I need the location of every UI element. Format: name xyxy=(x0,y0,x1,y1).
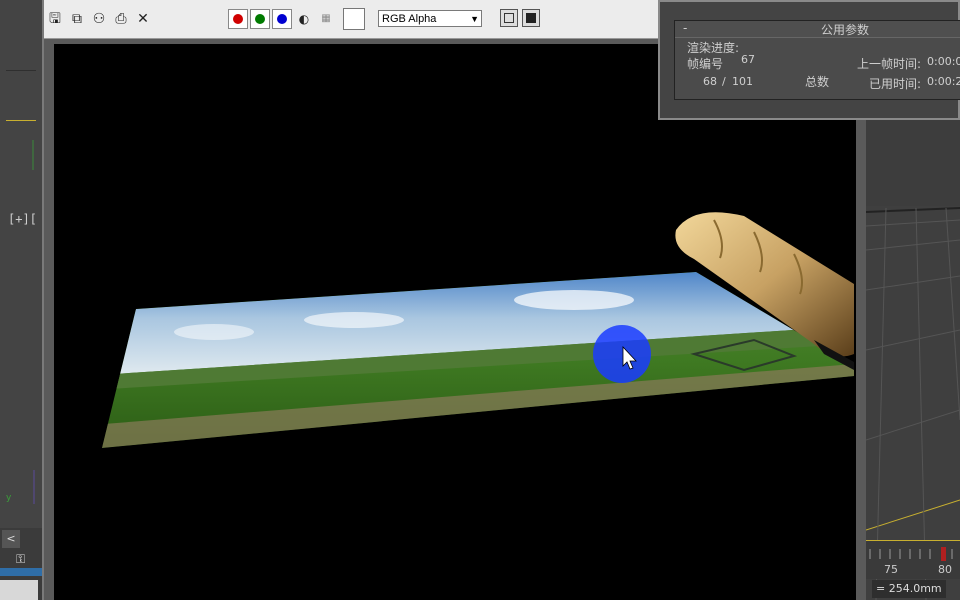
progress-label: 渲染进度: xyxy=(687,41,740,55)
frame-value: 67 xyxy=(741,53,755,66)
axis-gizmo-icon xyxy=(32,140,34,170)
rendered-image xyxy=(102,212,854,448)
scroll-left-icon[interactable]: < xyxy=(2,530,20,548)
viewport-guide-line xyxy=(6,120,36,121)
input-field[interactable] xyxy=(0,580,38,600)
display-toggle-button[interactable] xyxy=(500,9,518,27)
frames-separator: / xyxy=(722,75,726,88)
render-progress-window: - 公用参数 渲染进度: 帧编号 67 上一帧时间: 0:00:0 68 / 1… xyxy=(658,0,960,120)
channel-select-value: RGB Alpha xyxy=(382,13,437,25)
last-frame-label: 上一帧时间: xyxy=(857,57,922,71)
multi-icon[interactable]: ⚇ xyxy=(90,10,108,28)
selection-bar xyxy=(0,568,42,576)
blue-channel-button[interactable] xyxy=(272,9,292,29)
clone-icon[interactable]: ⧉ xyxy=(68,10,86,28)
elapsed-value: 0:00:2 xyxy=(927,75,960,88)
left-command-area: < ⚿ xyxy=(0,528,42,600)
rollout-title: 公用参数 xyxy=(821,23,870,37)
total-label: 总数 xyxy=(805,75,830,89)
perspective-grid xyxy=(866,206,960,600)
key-icon[interactable]: ⚿ xyxy=(16,552,34,568)
red-channel-button[interactable] xyxy=(228,9,248,29)
right-viewport[interactable] xyxy=(866,120,960,600)
cursor-highlight xyxy=(593,325,651,383)
frames-current: 68 xyxy=(703,75,717,88)
viewport-label[interactable]: [+][ xyxy=(8,212,37,226)
clear-icon[interactable]: ✕ xyxy=(134,10,152,28)
timeline-tick-label: 75 xyxy=(884,563,898,576)
green-channel-button[interactable] xyxy=(250,9,270,29)
region-toggle-button[interactable] xyxy=(522,9,540,27)
print-icon[interactable]: ⎙ xyxy=(112,10,130,28)
frame-label: 帧编号 xyxy=(687,57,724,71)
landscape-sheet xyxy=(102,272,854,448)
elapsed-label: 已用时间: xyxy=(869,77,922,91)
render-canvas[interactable] xyxy=(54,44,856,600)
frames-total: 101 xyxy=(732,75,753,88)
chevron-down-icon: ▼ xyxy=(470,14,479,24)
channel-select[interactable]: RGB Alpha ▼ xyxy=(378,10,482,27)
color-swatch[interactable] xyxy=(343,8,365,30)
grid-spacing-field[interactable]: = 254.0mm xyxy=(872,580,946,598)
mono-icon[interactable]: ▦ xyxy=(317,10,335,28)
common-params-rollout: - 公用参数 渲染进度: 帧编号 67 上一帧时间: 0:00:0 68 / 1… xyxy=(674,20,960,100)
timeline-tick-label: 80 xyxy=(938,563,952,576)
timeline-ruler[interactable]: 75 80 xyxy=(866,540,960,579)
svg-text:y: y xyxy=(6,493,12,503)
left-viewport-strip: y xyxy=(0,0,43,600)
viewport-separator xyxy=(6,70,36,71)
save-icon[interactable]: 🖫 xyxy=(46,10,64,28)
rollout-header[interactable]: - 公用参数 xyxy=(675,21,960,38)
axis-gizmo-icon: y xyxy=(6,470,35,504)
collapse-toggle[interactable]: - xyxy=(683,21,687,35)
alpha-toggle-icon[interactable]: ◐ xyxy=(295,10,313,28)
last-frame-value: 0:00:0 xyxy=(927,55,960,68)
